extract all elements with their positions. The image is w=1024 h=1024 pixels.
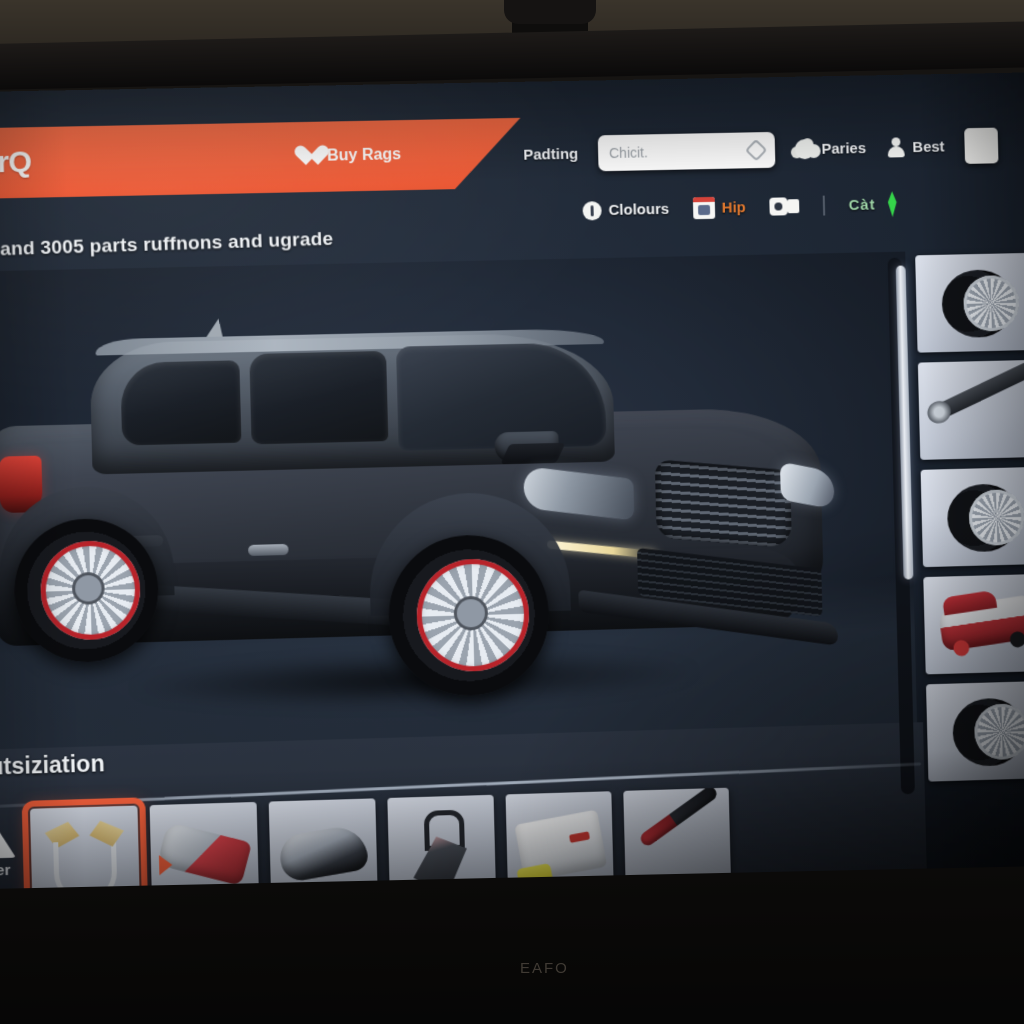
search-placeholder: Chicit. bbox=[609, 142, 749, 161]
car-body-icon bbox=[938, 594, 1024, 651]
front-door-window bbox=[249, 351, 388, 444]
bodykit-thumb[interactable] bbox=[923, 574, 1024, 675]
nav-item-padting[interactable]: Padting bbox=[523, 145, 578, 163]
wheel-thumb-1[interactable] bbox=[915, 253, 1024, 353]
rear-window bbox=[120, 360, 241, 445]
exhaust-thumb[interactable] bbox=[918, 360, 1024, 460]
buy-rags-button[interactable]: Buy Rags bbox=[294, 144, 402, 168]
app-header-bar: teirQ Buy Rags bbox=[0, 118, 522, 199]
monitor-body: teirQ Buy Rags Padting Chicit. Paries Be… bbox=[0, 44, 1024, 1024]
green-diamond-icon bbox=[882, 191, 902, 217]
wheel-thumb-2[interactable] bbox=[921, 467, 1024, 567]
warning-label: oper bbox=[0, 862, 11, 880]
cloud-icon bbox=[795, 139, 815, 159]
nav-label-padting: Padting bbox=[523, 145, 578, 163]
nav-item-paries[interactable]: Paries bbox=[795, 138, 867, 159]
warning-chip[interactable]: oper bbox=[0, 819, 28, 881]
subnav-item-hip[interactable]: Hip bbox=[693, 196, 746, 219]
header-subtitle: tiom and 3005 parts ruffnons and ugrade bbox=[0, 223, 518, 263]
sidebar-thumbnail-list bbox=[915, 252, 1024, 791]
wheel-icon bbox=[947, 483, 1022, 552]
nav-end-card[interactable] bbox=[964, 128, 998, 164]
buy-rags-label: Buy Rags bbox=[327, 146, 402, 165]
red-tool-icon bbox=[157, 822, 252, 886]
exhaust-pipe-icon bbox=[930, 360, 1024, 422]
exit-label: Càt bbox=[848, 196, 875, 213]
monitor-screen: teirQ Buy Rags Padting Chicit. Paries Be… bbox=[0, 72, 1024, 929]
subnav-item-colours[interactable]: Clolours bbox=[582, 199, 669, 220]
info-dot-icon bbox=[582, 201, 601, 220]
subnav-label-colours: Clolours bbox=[608, 200, 669, 218]
person-icon bbox=[886, 137, 906, 157]
subnav-label-hip: Hip bbox=[722, 199, 746, 216]
nav-item-best[interactable]: Best bbox=[886, 137, 945, 158]
photograph-of-monitor: teirQ Buy Rags Padting Chicit. Paries Be… bbox=[0, 0, 1024, 1024]
sidebar-scrollbar-thumb[interactable] bbox=[896, 265, 914, 579]
section-title: routsiziation bbox=[0, 750, 105, 781]
heart-icon bbox=[294, 146, 319, 169]
subnav-item-camera[interactable] bbox=[769, 196, 799, 217]
wheel-icon bbox=[952, 697, 1024, 767]
vehicle-viewport[interactable] bbox=[0, 252, 917, 755]
app-logo[interactable]: teirQ bbox=[0, 145, 31, 181]
camera-icon bbox=[769, 196, 799, 217]
door-handle-front bbox=[248, 544, 289, 556]
wheel-icon bbox=[941, 269, 1016, 338]
parts-sidebar bbox=[881, 249, 1024, 809]
front-grille bbox=[655, 459, 792, 548]
red-rod-icon bbox=[638, 788, 719, 848]
nav-label-best: Best bbox=[912, 138, 944, 156]
sub-navigation: Clolours Hip Càt bbox=[582, 180, 1024, 233]
wheel-thumb-3[interactable] bbox=[926, 681, 1024, 782]
nav-label-paries: Paries bbox=[821, 140, 866, 158]
white-block-icon bbox=[514, 809, 607, 882]
warning-triangle-icon bbox=[0, 819, 16, 859]
selection-caret-icon bbox=[159, 855, 173, 876]
search-input[interactable]: Chicit. bbox=[598, 132, 776, 171]
vehicle-render bbox=[0, 279, 859, 732]
vehicle-antenna bbox=[206, 318, 223, 336]
top-navigation: Padting Chicit. Paries Best bbox=[509, 112, 1024, 188]
exit-button[interactable]: Càt bbox=[848, 191, 902, 218]
hood-vent bbox=[500, 443, 565, 465]
hood-scoop-icon bbox=[277, 823, 370, 883]
subnav-divider bbox=[823, 196, 825, 216]
badge-icon bbox=[693, 197, 715, 219]
monitor-bezel-bottom bbox=[0, 866, 1024, 1024]
monitor-brand-label: EAFO bbox=[520, 960, 569, 977]
